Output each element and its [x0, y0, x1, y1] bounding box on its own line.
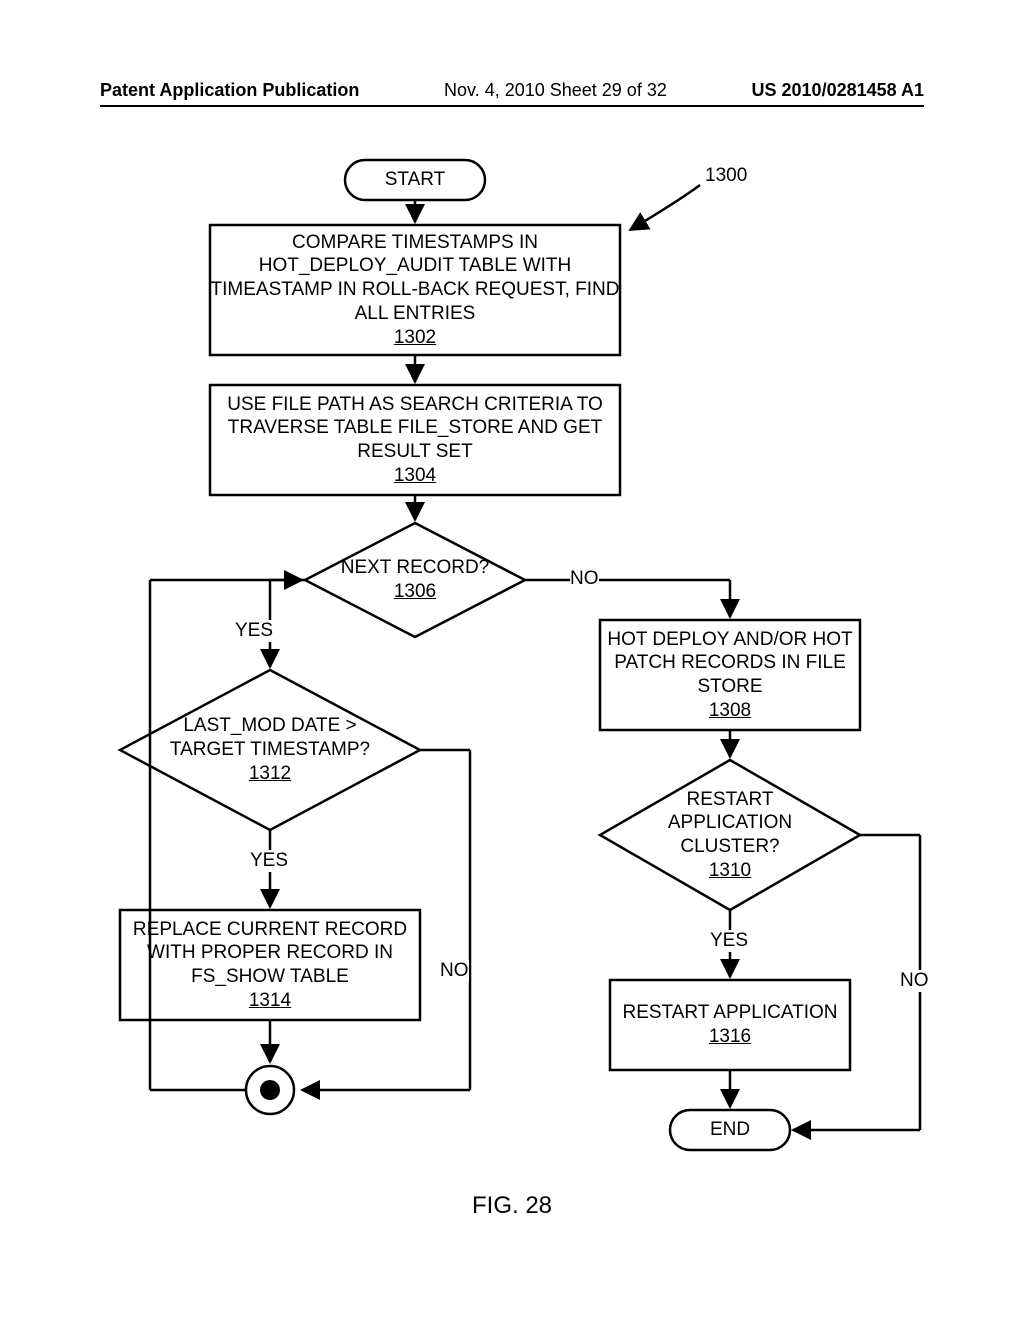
header-mid: Nov. 4, 2010 Sheet 29 of 32	[444, 80, 667, 101]
start-terminator: START	[345, 160, 485, 200]
decision-1312-text: LAST_MOD DATE > TARGET TIMESTAMP?	[155, 714, 385, 762]
figure-caption: FIG. 28	[0, 1192, 1024, 1220]
decision-1310: RESTART APPLICATION CLUSTER? 1310	[630, 785, 830, 885]
end-label: END	[710, 1118, 750, 1142]
end-terminator: END	[670, 1110, 790, 1150]
decision-1306-ref: 1306	[394, 580, 436, 604]
step-1304-ref: 1304	[394, 464, 436, 488]
decision-1306: NEXT RECORD? 1306	[330, 545, 500, 615]
step-1302-text: COMPARE TIMESTAMPS IN HOT_DEPLOY_AUDIT T…	[210, 231, 620, 326]
step-1302: COMPARE TIMESTAMPS IN HOT_DEPLOY_AUDIT T…	[210, 230, 620, 350]
header-right: US 2010/0281458 A1	[752, 80, 924, 101]
page-header: Patent Application Publication Nov. 4, 2…	[100, 80, 924, 107]
label-1306-yes: YES	[235, 620, 273, 642]
step-1314-ref: 1314	[249, 989, 291, 1013]
label-1312-no: NO	[440, 960, 469, 982]
label-1312-yes: YES	[250, 850, 288, 872]
step-1316-text: RESTART APPLICATION	[622, 1001, 837, 1025]
step-1308: HOT DEPLOY AND/OR HOT PATCH RECORDS IN F…	[600, 625, 860, 725]
step-1316: RESTART APPLICATION 1316	[610, 985, 850, 1065]
step-1308-ref: 1308	[709, 699, 751, 723]
label-1306-no: NO	[570, 568, 599, 590]
label-1310-yes: YES	[710, 930, 748, 952]
start-label: START	[385, 168, 446, 192]
decision-1310-ref: 1310	[709, 859, 751, 883]
decision-1310-text: RESTART APPLICATION CLUSTER?	[630, 788, 830, 859]
figure-ref-1300: 1300	[705, 165, 747, 187]
step-1316-ref: 1316	[709, 1025, 751, 1049]
step-1302-ref: 1302	[394, 326, 436, 350]
label-1310-no: NO	[900, 970, 929, 992]
step-1304: USE FILE PATH AS SEARCH CRITERIA TO TRAV…	[210, 390, 620, 490]
decision-1312-ref: 1312	[249, 762, 291, 786]
decision-1306-text: NEXT RECORD?	[341, 556, 490, 580]
decision-1312: LAST_MOD DATE > TARGET TIMESTAMP? 1312	[155, 700, 385, 800]
flowchart-canvas: START COMPARE TIMESTAMPS IN HOT_DEPLOY_A…	[0, 140, 1024, 1240]
step-1304-text: USE FILE PATH AS SEARCH CRITERIA TO TRAV…	[210, 393, 620, 464]
step-1314-text: REPLACE CURRENT RECORD WITH PROPER RECOR…	[120, 918, 420, 989]
header-left: Patent Application Publication	[100, 80, 359, 101]
step-1314: REPLACE CURRENT RECORD WITH PROPER RECOR…	[120, 915, 420, 1015]
step-1308-text: HOT DEPLOY AND/OR HOT PATCH RECORDS IN F…	[600, 628, 860, 699]
